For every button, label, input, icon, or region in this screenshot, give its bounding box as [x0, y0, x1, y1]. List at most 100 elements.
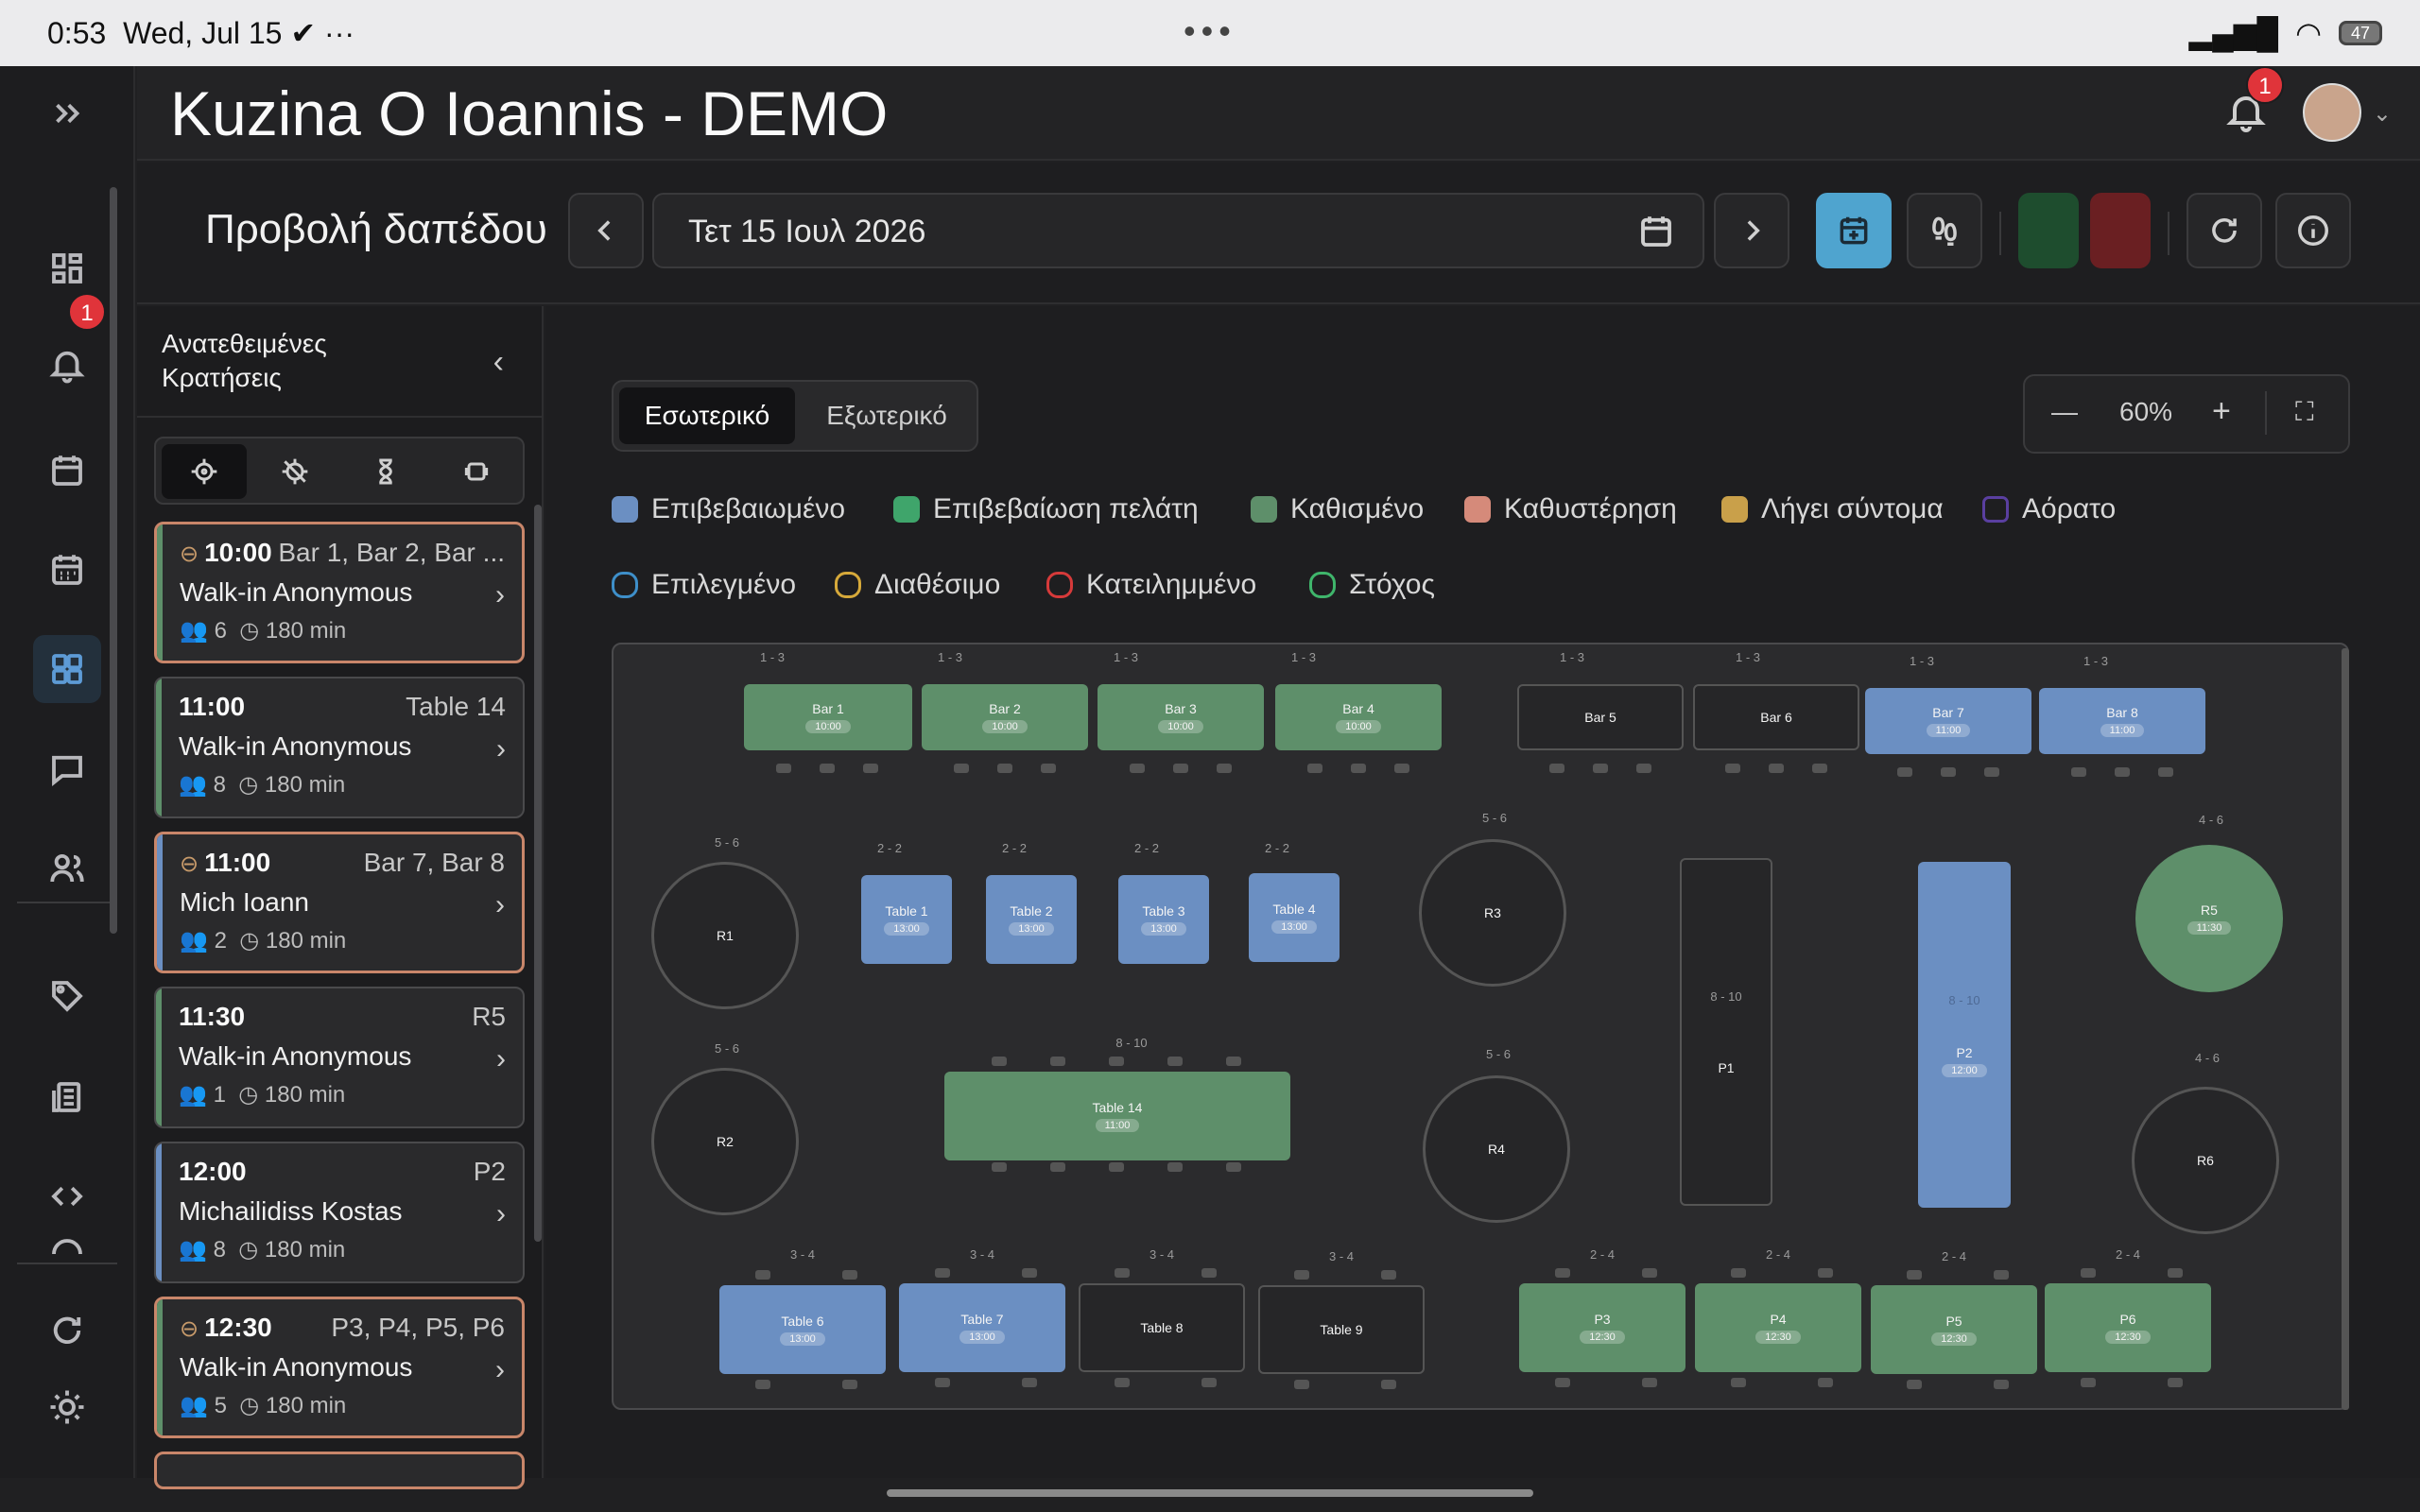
- table-1[interactable]: Table 1 13:00: [861, 875, 952, 964]
- tab-inside[interactable]: Εσωτερικό: [619, 387, 795, 444]
- filter-hourglass-icon[interactable]: [343, 444, 428, 499]
- table-r2[interactable]: R2: [651, 1068, 799, 1215]
- table-6[interactable]: Table 6 13:00: [719, 1285, 886, 1374]
- collapse-panel-icon[interactable]: ‹: [493, 344, 504, 381]
- table-bar-5[interactable]: Bar 5: [1517, 684, 1684, 750]
- reservation-card[interactable]: ⊖ 11:00 Bar 7, Bar 8 Mich Ioann 👥 2 ◷ 180 …: [154, 832, 525, 973]
- refresh-button[interactable]: [2187, 193, 2262, 268]
- headset-icon[interactable]: [33, 1228, 101, 1266]
- table-p2[interactable]: 8 - 10 P2 12:00: [1918, 862, 2011, 1208]
- table-p4[interactable]: P4 12:30: [1695, 1283, 1861, 1372]
- calendar-icon[interactable]: [33, 437, 101, 505]
- date-picker[interactable]: Τετ 15 Ιουλ 2026: [652, 193, 1704, 268]
- dashboard-icon[interactable]: [33, 234, 101, 302]
- table-9[interactable]: Table 9: [1258, 1285, 1425, 1374]
- table-3[interactable]: Table 3 13:00: [1118, 875, 1209, 964]
- zoom-out-button[interactable]: —: [2051, 397, 2078, 427]
- table-bar-4[interactable]: Bar 4 10:00: [1275, 684, 1442, 750]
- table-7[interactable]: Table 7 13:00: [899, 1283, 1065, 1372]
- table-p6[interactable]: P6 12:30: [2045, 1283, 2211, 1372]
- rail-scrollbar[interactable]: [110, 187, 117, 934]
- code-icon[interactable]: [33, 1162, 101, 1230]
- chat-icon[interactable]: [33, 735, 101, 803]
- table-p3[interactable]: P3 12:30: [1519, 1283, 1685, 1372]
- filter-target-icon[interactable]: [162, 444, 247, 499]
- expand-icon[interactable]: [33, 79, 101, 147]
- zoom-in-button[interactable]: +: [2212, 393, 2231, 430]
- floor-plan-canvas[interactable]: 1 - 3 Bar 1 10:00 1 - 3 Bar 2 10:00 1 - 3 …: [612, 643, 2349, 1410]
- table-bar-2[interactable]: Bar 2 10:00: [922, 684, 1088, 750]
- chair: [1167, 1057, 1183, 1066]
- floor-plan-icon[interactable]: [33, 635, 101, 703]
- table-p1[interactable]: 8 - 10 P1: [1680, 858, 1772, 1206]
- fullscreen-icon[interactable]: ⛶: [2295, 397, 2314, 428]
- table-r5[interactable]: R5 11:30: [2135, 845, 2283, 992]
- table-2[interactable]: Table 2 13:00: [986, 875, 1077, 964]
- walk-in-button[interactable]: [1907, 193, 1982, 268]
- legend-swatch: [1309, 572, 1336, 598]
- reservation-card[interactable]: ⊖ 12:30 P3, P4, P5, P6 Walk-in Anonymous 👥…: [154, 1297, 525, 1438]
- refresh-icon[interactable]: [33, 1297, 101, 1365]
- panel-scrollbar[interactable]: [534, 505, 542, 1242]
- add-reservation-button[interactable]: [1816, 193, 1892, 268]
- table-bar-3[interactable]: Bar 3 10:00: [1098, 684, 1264, 750]
- table-r3[interactable]: R3: [1419, 839, 1566, 987]
- link-icon: ⊖: [180, 1316, 199, 1342]
- chair: [1226, 1162, 1241, 1172]
- reservation-card[interactable]: 11:30 R5 Walk-in Anonymous 👥 1 ◷ 180 min …: [154, 987, 525, 1128]
- table-bar-1[interactable]: Bar 1 10:00: [744, 684, 912, 750]
- legend-item: Διαθέσιμο: [835, 569, 1000, 601]
- prev-day-button[interactable]: [568, 193, 644, 268]
- legend-item: Επιλεγμένο: [612, 569, 796, 601]
- chair: [1549, 764, 1564, 773]
- guests-icon: 👥: [180, 928, 208, 954]
- filter-layers-icon[interactable]: [434, 444, 519, 499]
- status-color-green-button[interactable]: [2018, 193, 2079, 268]
- table-p5[interactable]: P5 12:30: [1871, 1285, 2037, 1374]
- table-bar-8[interactable]: Bar 8 11:00: [2039, 688, 2205, 754]
- chair: [2081, 1268, 2096, 1278]
- table-r6[interactable]: R6: [2132, 1087, 2279, 1234]
- table-bar-7[interactable]: Bar 7 11:00: [1865, 688, 2031, 754]
- reservation-card[interactable]: 12:00 P2 Michailidiss Kostas 👥 8 ◷ 180 mi…: [154, 1142, 525, 1283]
- guests-icon: 👥: [179, 1082, 207, 1108]
- calendar-grid-icon[interactable]: [33, 536, 101, 604]
- chair: [1226, 1057, 1241, 1066]
- filter-target-off-icon[interactable]: [252, 444, 337, 499]
- home-indicator[interactable]: [887, 1489, 1533, 1497]
- chair: [2071, 767, 2086, 777]
- legend-swatch: [1464, 496, 1491, 523]
- tag-icon[interactable]: [33, 962, 101, 1030]
- multitask-dots[interactable]: •••: [1184, 11, 1236, 51]
- chair: [1642, 1268, 1657, 1278]
- reservation-card[interactable]: ⊖ 10:00 Bar 1, Bar 2, Bar ... Walk-in Anon…: [154, 522, 525, 663]
- chevron-down-icon[interactable]: ⌄: [2373, 100, 2392, 128]
- chair: [1173, 764, 1188, 773]
- avatar[interactable]: [2303, 83, 2361, 142]
- users-icon[interactable]: [33, 834, 101, 902]
- info-button[interactable]: [2275, 193, 2351, 268]
- reservation-card[interactable]: 11:00 Table 14 Walk-in Anonymous 👥 8 ◷ 18…: [154, 677, 525, 818]
- theme-sun-icon[interactable]: [33, 1373, 101, 1441]
- status-time: 0:53 Wed, Jul 15 ✔ ···: [47, 16, 355, 50]
- tab-outside[interactable]: Εξωτερικό: [799, 387, 975, 444]
- table-8[interactable]: Table 8: [1079, 1283, 1245, 1372]
- table-bar-6[interactable]: Bar 6: [1693, 684, 1859, 750]
- chair: [935, 1378, 950, 1387]
- report-icon[interactable]: [33, 1063, 101, 1131]
- floor-plan-scrollbar[interactable]: [2342, 648, 2349, 1410]
- table-14[interactable]: Table 14 11:00: [944, 1072, 1290, 1160]
- reservation-card-partial[interactable]: [154, 1452, 525, 1489]
- toolbar-divider: [2168, 212, 2169, 255]
- table-4[interactable]: Table 4 13:00: [1249, 873, 1340, 962]
- chair: [1555, 1268, 1570, 1278]
- next-day-button[interactable]: [1714, 193, 1789, 268]
- rail-divider: [17, 1263, 117, 1264]
- table-r4[interactable]: R4: [1423, 1075, 1570, 1223]
- status-color-red-button[interactable]: [2090, 193, 2151, 268]
- chevron-right-icon: ›: [496, 1198, 506, 1229]
- header-notification-badge: 1: [2246, 66, 2284, 104]
- bell-icon[interactable]: [33, 331, 101, 399]
- table-r1[interactable]: R1: [651, 862, 799, 1009]
- clock-icon: ◷: [238, 772, 259, 798]
